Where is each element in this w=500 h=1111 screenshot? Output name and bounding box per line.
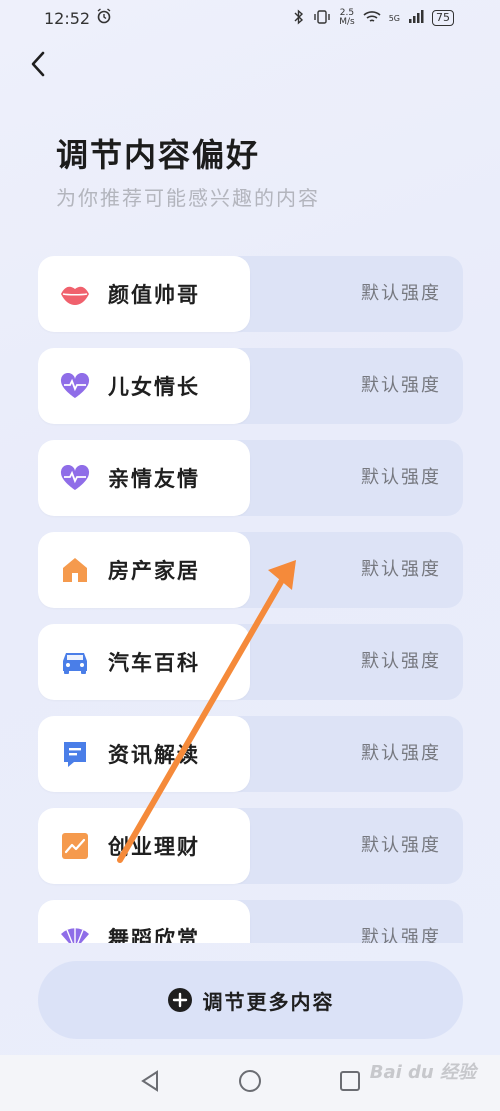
preference-label: 房产家居: [108, 559, 200, 583]
preference-row[interactable]: 汽车百科 默认强度: [38, 624, 463, 700]
strength-label[interactable]: 默认强度: [361, 624, 441, 700]
page-title: 调节内容偏好: [56, 136, 261, 174]
heart-pulse-icon: [58, 461, 92, 495]
nav-recents-icon[interactable]: [339, 1070, 361, 1096]
preference-row[interactable]: 舞蹈欣赏 默认强度: [38, 900, 463, 943]
strength-label[interactable]: 默认强度: [361, 348, 441, 424]
page-subtitle: 为你推荐可能感兴趣的内容: [56, 186, 320, 210]
preference-card[interactable]: 颜值帅哥: [38, 256, 250, 332]
car-icon: [58, 645, 92, 679]
net-speed: 2.5 M/s: [339, 8, 355, 27]
preference-label: 亲情友情: [108, 467, 200, 491]
preference-list[interactable]: 颜值帅哥 默认强度 儿女情长 默认强度 亲情友情 默认强度 房产家居 默认强度: [38, 256, 463, 943]
status-bar: 12:52 2.5 M/s 5G 75: [0, 0, 500, 36]
nav-back-icon[interactable]: [139, 1070, 161, 1096]
adjust-more-button[interactable]: 调节更多内容: [38, 961, 463, 1039]
preference-card[interactable]: 创业理财: [38, 808, 250, 884]
chart-icon: [58, 829, 92, 863]
plus-circle-icon: [167, 988, 192, 1012]
battery-indicator: 75: [432, 10, 454, 26]
preference-label: 创业理财: [108, 835, 200, 859]
preference-label: 颜值帅哥: [108, 283, 200, 307]
fan-icon: [58, 921, 92, 943]
strength-label[interactable]: 默认强度: [361, 900, 441, 943]
network-type: 5G: [388, 13, 400, 23]
preference-row[interactable]: 颜值帅哥 默认强度: [38, 256, 463, 332]
strength-label[interactable]: 默认强度: [361, 256, 441, 332]
preference-card[interactable]: 房产家居: [38, 532, 250, 608]
adjust-more-label: 调节更多内容: [202, 989, 335, 1014]
nav-home-icon[interactable]: [238, 1069, 262, 1097]
chevron-left-icon: [31, 51, 45, 77]
lips-icon: [58, 277, 92, 311]
preference-row[interactable]: 创业理财 默认强度: [38, 808, 463, 884]
preference-label: 舞蹈欣赏: [108, 927, 200, 943]
preference-card[interactable]: 资讯解读: [38, 716, 250, 792]
signal-icon: [408, 9, 424, 27]
strength-label[interactable]: 默认强度: [361, 440, 441, 516]
preference-row[interactable]: 资讯解读 默认强度: [38, 716, 463, 792]
back-button[interactable]: [22, 48, 54, 80]
bluetooth-icon: [293, 8, 305, 28]
preference-label: 汽车百科: [108, 651, 200, 675]
preference-label: 资讯解读: [108, 743, 200, 767]
preference-row[interactable]: 儿女情长 默认强度: [38, 348, 463, 424]
vibrate-icon: [313, 9, 331, 28]
strength-label[interactable]: 默认强度: [361, 808, 441, 884]
heart-pulse-icon: [58, 369, 92, 403]
preference-card[interactable]: 亲情友情: [38, 440, 250, 516]
strength-label[interactable]: 默认强度: [361, 716, 441, 792]
watermark-logo: Bai du 经验: [369, 1062, 476, 1083]
house-icon: [58, 553, 92, 587]
preference-card[interactable]: 儿女情长: [38, 348, 250, 424]
preference-label: 儿女情长: [108, 375, 200, 399]
preference-row[interactable]: 亲情友情 默认强度: [38, 440, 463, 516]
alarm-icon: [96, 8, 112, 28]
preference-card[interactable]: 舞蹈欣赏: [38, 900, 250, 943]
status-time: 12:52: [44, 8, 91, 28]
wifi-icon: [363, 10, 381, 27]
strength-label[interactable]: 默认强度: [361, 532, 441, 608]
preference-card[interactable]: 汽车百科: [38, 624, 250, 700]
preference-row[interactable]: 房产家居 默认强度: [38, 532, 463, 608]
news-icon: [58, 737, 92, 771]
